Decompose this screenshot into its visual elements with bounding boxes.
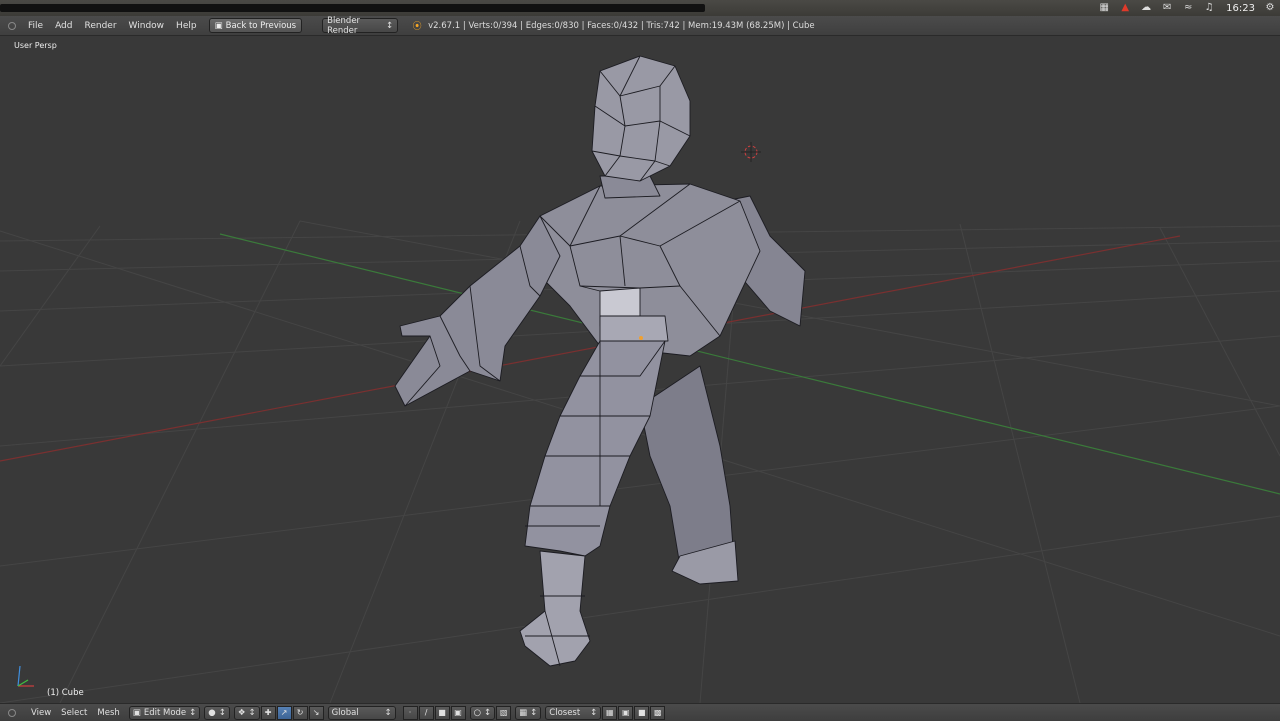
- active-object-label: (1) Cube: [47, 688, 84, 698]
- solid-shading-icon: ●: [208, 707, 216, 718]
- edit-mode-icon: ▣: [132, 707, 141, 718]
- editor-type-icon[interactable]: [8, 708, 16, 717]
- scene-stats: v2.67.1 | Verts:0/394 | Edges:0/830 | Fa…: [428, 20, 815, 31]
- snap-element-select[interactable]: ▦ ↕: [515, 705, 542, 720]
- blender-logo-icon: ⦿: [412, 22, 422, 32]
- mail-icon[interactable]: ✉: [1161, 2, 1173, 14]
- back-button-label: Back to Previous: [225, 20, 297, 31]
- alert-icon[interactable]: ▲: [1119, 2, 1131, 14]
- orientation-label: Global: [331, 707, 359, 718]
- opengl-render-icon[interactable]: ■: [634, 705, 650, 720]
- back-to-previous-button[interactable]: ▣ Back to Previous: [208, 18, 303, 33]
- menu-add[interactable]: Add: [49, 21, 78, 31]
- orientation-select[interactable]: Global ↕: [327, 705, 396, 720]
- wifi-icon[interactable]: ≈: [1182, 2, 1194, 14]
- manipulator-toggle-icon[interactable]: ✚: [260, 705, 276, 720]
- 3d-view-header: View Select Mesh ▣ Edit Mode ↕ ● ↕ ❖ ↕ ✚…: [0, 703, 1280, 721]
- axis-gizmo-icon: [17, 665, 34, 687]
- system-tray: ▦ ▲ ☁ ✉ ≈ ♫ 16:23 ⚙: [1098, 0, 1276, 16]
- proportional-edit-icon: ○: [473, 707, 481, 718]
- snap-options-icon[interactable]: ▦: [602, 705, 618, 720]
- menu-select[interactable]: Select: [56, 708, 92, 718]
- viewport-canvas[interactable]: [0, 36, 1280, 703]
- menu-window[interactable]: Window: [123, 21, 171, 31]
- menu-render[interactable]: Render: [79, 21, 123, 31]
- snap-element-icon: ▦: [519, 707, 528, 718]
- settings-gear-icon[interactable]: ⚙: [1264, 2, 1276, 14]
- cloud-icon[interactable]: ☁: [1140, 2, 1152, 14]
- dropdown-arrows-icon: ↕: [590, 707, 598, 718]
- snap-toggle-icon[interactable]: ▧: [496, 705, 512, 720]
- translate-manipulator-icon[interactable]: ↗: [276, 705, 292, 720]
- opengl-animation-icon[interactable]: ▩: [650, 705, 666, 720]
- dropdown-arrows-icon: ↕: [385, 20, 394, 31]
- dropdown-arrows-icon: ↕: [218, 707, 226, 718]
- snap-target-label: Closest: [549, 707, 581, 718]
- calendar-icon[interactable]: ▦: [1098, 2, 1110, 14]
- mode-select[interactable]: ▣ Edit Mode ↕: [128, 705, 201, 720]
- proportional-edit-select[interactable]: ○ ↕: [469, 705, 496, 720]
- menu-file[interactable]: File: [22, 21, 49, 31]
- view-label: User Persp: [14, 41, 57, 50]
- snap-target-select[interactable]: Closest ↕: [545, 705, 602, 720]
- pivot-icon: ❖: [237, 707, 246, 718]
- render-engine-select[interactable]: Blender Render ↕: [322, 15, 399, 36]
- 3d-cursor-icon[interactable]: [741, 142, 761, 162]
- editor-type-icon[interactable]: [8, 21, 16, 30]
- clock[interactable]: 16:23: [1226, 3, 1255, 14]
- render-preview-icon[interactable]: ▣: [618, 705, 634, 720]
- rotate-manipulator-icon[interactable]: ↻: [292, 705, 308, 720]
- dropdown-arrows-icon: ↕: [248, 707, 256, 718]
- edge-select-icon[interactable]: /: [418, 705, 434, 720]
- window-title-bar: [0, 4, 705, 12]
- os-top-panel: ▦ ▲ ☁ ✉ ≈ ♫ 16:23 ⚙: [0, 0, 1280, 16]
- volume-icon[interactable]: ♫: [1203, 2, 1215, 14]
- render-engine-label: Blender Render: [327, 15, 361, 36]
- menu-view[interactable]: View: [26, 708, 56, 718]
- 3d-viewport[interactable]: User Persp (1) Cube: [0, 36, 1280, 703]
- face-select-icon[interactable]: ■: [434, 705, 450, 720]
- menu-help[interactable]: Help: [170, 21, 203, 31]
- dropdown-arrows-icon: ↕: [384, 707, 392, 718]
- scale-manipulator-icon[interactable]: ↘: [308, 705, 324, 720]
- info-header: File Add Render Window Help ▣ Back to Pr…: [0, 16, 1280, 36]
- shading-select[interactable]: ● ↕: [204, 705, 230, 720]
- mode-label: Edit Mode: [143, 707, 187, 718]
- dropdown-arrows-icon: ↕: [189, 707, 197, 718]
- dropdown-arrows-icon: ↕: [484, 707, 492, 718]
- limit-selection-icon[interactable]: ▣: [450, 705, 466, 720]
- dropdown-arrows-icon: ↕: [530, 707, 538, 718]
- pivot-select[interactable]: ❖ ↕: [233, 705, 260, 720]
- screen-icon: ▣: [214, 20, 223, 31]
- menu-mesh[interactable]: Mesh: [92, 708, 124, 718]
- character-mesh[interactable]: [394, 55, 806, 667]
- vertex-select-icon[interactable]: ·: [402, 705, 418, 720]
